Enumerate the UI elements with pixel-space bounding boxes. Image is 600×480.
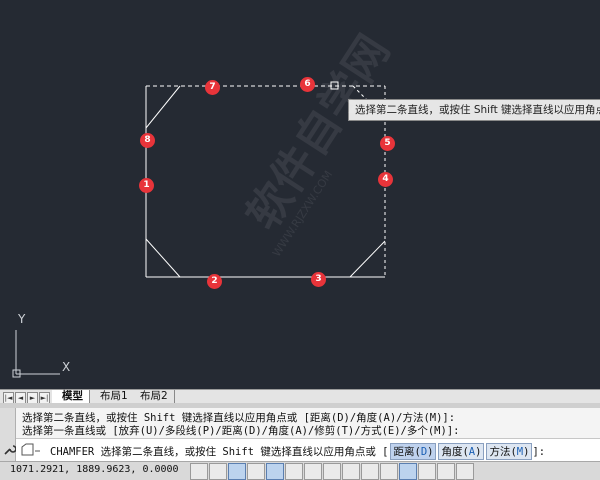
lineweight-icon[interactable] <box>380 463 398 480</box>
option-distance[interactable]: 距离(D) <box>390 443 437 460</box>
status-bar: 1071.2921, 1889.9623, 0.0000 <box>0 461 600 480</box>
coordinate-readout[interactable]: 1071.2921, 1889.9623, 0.0000 <box>10 464 179 475</box>
ucs-icon <box>12 330 60 378</box>
tab-layout2[interactable]: 布局2 <box>130 390 175 403</box>
marker-4: 4 <box>378 172 393 187</box>
option-angle[interactable]: 角度(A) <box>438 443 485 460</box>
annotation-monitor-icon[interactable] <box>456 463 474 480</box>
bracket-open: [ <box>382 446 389 458</box>
dynamic-input-icon[interactable] <box>361 463 379 480</box>
option-distance-key: D <box>420 446 428 458</box>
object-snap-icon[interactable] <box>285 463 303 480</box>
command-input-row[interactable]: CHAMFER 选择第二条直线，或按住 Shift 键选择直线以应用角点或 [距… <box>4 438 600 461</box>
option-method-label: 方法 <box>489 446 511 458</box>
command-input[interactable]: CHAMFER 选择第二条直线，或按住 Shift 键选择直线以应用角点或 [距… <box>50 443 545 460</box>
quick-properties-icon[interactable] <box>418 463 436 480</box>
tab-model[interactable]: 模型 <box>52 390 90 403</box>
snap-mode-icon[interactable] <box>209 463 227 480</box>
marker-5: 5 <box>380 136 395 151</box>
ortho-mode-icon[interactable] <box>247 463 265 480</box>
chamfer-top-left[interactable] <box>145 85 181 129</box>
marker-7: 7 <box>205 80 220 95</box>
option-distance-label: 距离 <box>393 446 415 458</box>
command-prompt-icon <box>21 443 40 456</box>
command-suffix: ]: <box>532 446 546 458</box>
wrench-icon[interactable] <box>2 443 16 457</box>
polar-tracking-icon[interactable] <box>266 463 284 480</box>
marker-8: 8 <box>140 133 155 148</box>
command-tooltip: 选择第二条直线，或按住 Shift 键选择直线以应用角点或 <box>348 99 600 121</box>
ucs-y-label: Y <box>18 312 26 326</box>
option-angle-label: 角度 <box>441 446 463 458</box>
grid-display-icon[interactable] <box>228 463 246 480</box>
command-history-line-2: 选择第一条直线或 [放弃(U)/多段线(P)/距离(D)/角度(A)/修剪(T)… <box>22 425 460 437</box>
dynamic-ucs-icon[interactable] <box>342 463 360 480</box>
option-angle-key: A <box>468 446 476 458</box>
drawing-canvas[interactable]: 1 2 3 4 5 6 7 8 选择第二条直线，或按住 Shift 键选择直线以… <box>0 0 600 390</box>
option-method-key: M <box>516 446 524 458</box>
transparency-icon[interactable] <box>399 463 417 480</box>
chamfer-bottom-right[interactable] <box>349 240 386 278</box>
marker-3: 3 <box>311 272 326 287</box>
chamfer-bottom-left[interactable] <box>145 238 181 278</box>
marker-1: 1 <box>139 178 154 193</box>
3d-object-snap-icon[interactable] <box>304 463 322 480</box>
option-method[interactable]: 方法(M) <box>486 443 533 460</box>
object-snap-tracking-icon[interactable] <box>323 463 341 480</box>
infer-constraints-icon[interactable] <box>190 463 208 480</box>
command-window: 选择第二条直线，或按住 Shift 键选择直线以应用角点或 [距离(D)/角度(… <box>0 408 600 461</box>
command-prompt-text: CHAMFER 选择第二条直线，或按住 Shift 键选择直线以应用角点或 <box>50 446 376 458</box>
tab-layout1[interactable]: 布局1 <box>90 390 135 403</box>
ucs-x-label: X <box>62 360 71 374</box>
selection-cycling-icon[interactable] <box>437 463 455 480</box>
autocad-window: 1 2 3 4 5 6 7 8 选择第二条直线，或按住 Shift 键选择直线以… <box>0 0 600 480</box>
layout-tab-bar: |◄ ◄ ► ►| 模型 布局1 布局2 <box>0 389 600 404</box>
marker-2: 2 <box>207 274 222 289</box>
